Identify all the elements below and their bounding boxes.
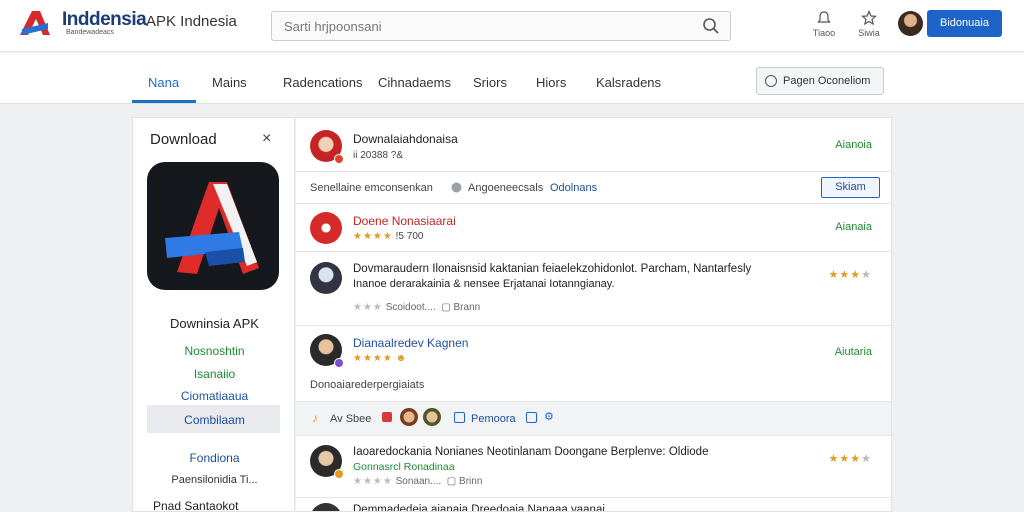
panel-footer-subtitle: Paensilonidia Ti... (171, 474, 258, 486)
favorites-button[interactable]: Siwia (854, 10, 884, 38)
item-rating: ★★★★ ☻ (353, 353, 406, 364)
filter-link[interactable]: Odolnans (550, 182, 597, 194)
panel-link-1[interactable]: Nosnoshtin (133, 344, 296, 358)
app-list: Downalaiahdonaisa ii 20388 ?& Aianoia Se… (296, 117, 892, 512)
nav-action-label: Pagen Oconeliom (783, 75, 871, 87)
bell-icon (817, 11, 831, 23)
avatar (400, 408, 418, 426)
meta-text-2: Brann (453, 302, 481, 313)
tab-stories[interactable]: Sriors (473, 75, 507, 90)
meta-text: Sonaan.... (395, 476, 442, 487)
list-item[interactable]: Dianaalredev Kagnen ★★★★ ☻ Aiutaria Dono… (296, 326, 891, 402)
meta-text: Scoidoot.... (385, 302, 436, 313)
item-meta: ★★★ Scoidoot.... ▢ Brann (353, 302, 481, 313)
list-item[interactable]: Doene Nonasiaarai ★★★★ !5 700 Aianaia (296, 204, 891, 252)
item-action[interactable]: Aiutaria (835, 346, 872, 358)
brand-name[interactable]: Inddensia (62, 9, 147, 31)
app-logo[interactable] (18, 9, 54, 37)
panel-link-2[interactable]: Isanaiio (133, 367, 296, 381)
notifications-button[interactable]: Tiaoo (809, 10, 839, 38)
search-icon[interactable] (702, 17, 720, 35)
favorites-label: Siwia (858, 28, 880, 38)
item-action[interactable]: Aianaia (835, 221, 872, 233)
filter-chip[interactable]: Angoeneecsals (468, 182, 543, 194)
avatar (423, 408, 441, 426)
rating-stars: ★★★ (828, 269, 862, 281)
panel-footer-note: Pnad Santaokot (153, 499, 239, 512)
item-description: Inanoe derarakainia & nensee Erjatanai I… (353, 278, 615, 290)
avatar (310, 503, 342, 511)
panel-active-label: Combilaam (184, 413, 245, 427)
filter-bar: Senellaine emconsenkan Angoeneecsals Odo… (296, 172, 891, 204)
square-icon (526, 412, 537, 423)
status-dot-icon (334, 358, 344, 368)
item-title[interactable]: Downalaiahdonaisa (353, 132, 458, 146)
item-footer: Donoaiarederpergiaiats (310, 379, 425, 391)
star-icon (861, 10, 877, 26)
rating-stars: ★★★ (828, 453, 862, 465)
active-tab-indicator (132, 100, 196, 103)
item-title[interactable]: Dianaalredev Kagnen (353, 336, 468, 350)
item-rating: ★★★★ (828, 453, 872, 465)
item-rating: ★★★★ !5 700 (353, 231, 423, 242)
emoji-icon: ☻ (395, 353, 407, 364)
status-dot-icon (334, 469, 344, 479)
filter-button[interactable]: Skiam (821, 177, 880, 198)
app-name: Downinsia APK (170, 316, 259, 331)
video-icon (382, 412, 392, 422)
nav-action-button[interactable]: Pagen Oconeliom (756, 67, 884, 95)
item-subtitle: ii 20388 ?& (353, 150, 404, 161)
top-header: Inddensia Bandewadeacs APK Indnesia Sart… (0, 0, 1024, 52)
search-input[interactable]: Sarti hrjpoonsani (271, 11, 731, 41)
chip-link[interactable]: Pemoora (471, 413, 516, 425)
user-avatar[interactable] (898, 11, 923, 36)
list-item[interactable]: Downalaiahdonaisa ii 20388 ?& Aianoia (296, 118, 891, 172)
chip-bar: ♪ Av Sbee Pemoora ⚙ (296, 402, 891, 436)
meta-text-2: Brinn (459, 476, 483, 487)
item-title[interactable]: Iaoaredockania Nonianes Neotinlanam Doon… (353, 446, 708, 458)
item-rating: ★★★★ (828, 269, 872, 281)
close-icon[interactable]: × (262, 130, 271, 148)
filter-text: Senellaine emconsenkan (310, 182, 433, 194)
tab-history[interactable]: Hiors (536, 75, 566, 90)
app-icon (147, 162, 279, 290)
avatar (310, 262, 342, 294)
tab-recommendations[interactable]: Radencations (283, 75, 363, 90)
panel-title: Download (150, 131, 217, 148)
list-item[interactable]: Dovmaraudern Ilonaisnsid kaktanian feiae… (296, 252, 891, 326)
tab-channels[interactable]: Cihnadaems (378, 75, 451, 90)
tag-icon: ♪ (312, 411, 318, 425)
item-subtitle: Gonnasrcl Ronadinaa (353, 461, 455, 473)
settings-icon[interactable]: ⚙ (544, 410, 554, 423)
chip-label[interactable]: Av Sbee (330, 413, 371, 425)
item-meta: ★★★★ Sonaan.... ▢ Brinn (353, 476, 483, 487)
header-cta-button[interactable]: Bidonuaia (927, 10, 1002, 37)
brand-tagline: Bandewadeacs (66, 29, 114, 36)
item-subtitle: !5 700 (395, 231, 424, 242)
item-title[interactable]: Demmadedeia aianaia Dreedoaia Nanaaa yaa… (353, 504, 605, 511)
tab-home[interactable]: Nana (148, 75, 179, 90)
circle-icon (765, 75, 777, 87)
rating-stars: ★★★★ (353, 353, 393, 364)
tab-calendars[interactable]: Kalsradens (596, 75, 661, 90)
item-title[interactable]: Dovmaraudern Ilonaisnsid kaktanian feiae… (353, 263, 751, 275)
list-item[interactable]: Demmadedeia aianaia Dreedoaia Nanaaa yaa… (296, 498, 891, 511)
site-title: APK Indnesia (146, 13, 237, 30)
panel-footer-link[interactable]: Fondiona (133, 451, 296, 465)
list-item[interactable]: Iaoaredockania Nonianes Neotinlanam Doon… (296, 436, 891, 498)
item-action[interactable]: Aianoia (835, 139, 872, 151)
main-nav: Nana Mains Radencations Cihnadaems Srior… (0, 53, 1024, 104)
avatar (310, 212, 342, 244)
calendar-icon (454, 412, 465, 423)
status-dot-icon (334, 154, 344, 164)
app-logo-graphic (165, 182, 259, 274)
notifications-label: Tiaoo (812, 28, 836, 38)
item-title[interactable]: Doene Nonasiaarai (353, 214, 456, 228)
search-placeholder: Sarti hrjpoonsani (284, 19, 382, 34)
tab-mains[interactable]: Mains (212, 75, 247, 90)
download-panel: Download × Downinsia APK Nosnoshtin Isan… (132, 117, 295, 512)
panel-link-3[interactable]: Ciomatiaaua (133, 389, 296, 403)
check-circle-icon (451, 182, 462, 193)
rating-stars: ★★★★ (353, 231, 393, 242)
